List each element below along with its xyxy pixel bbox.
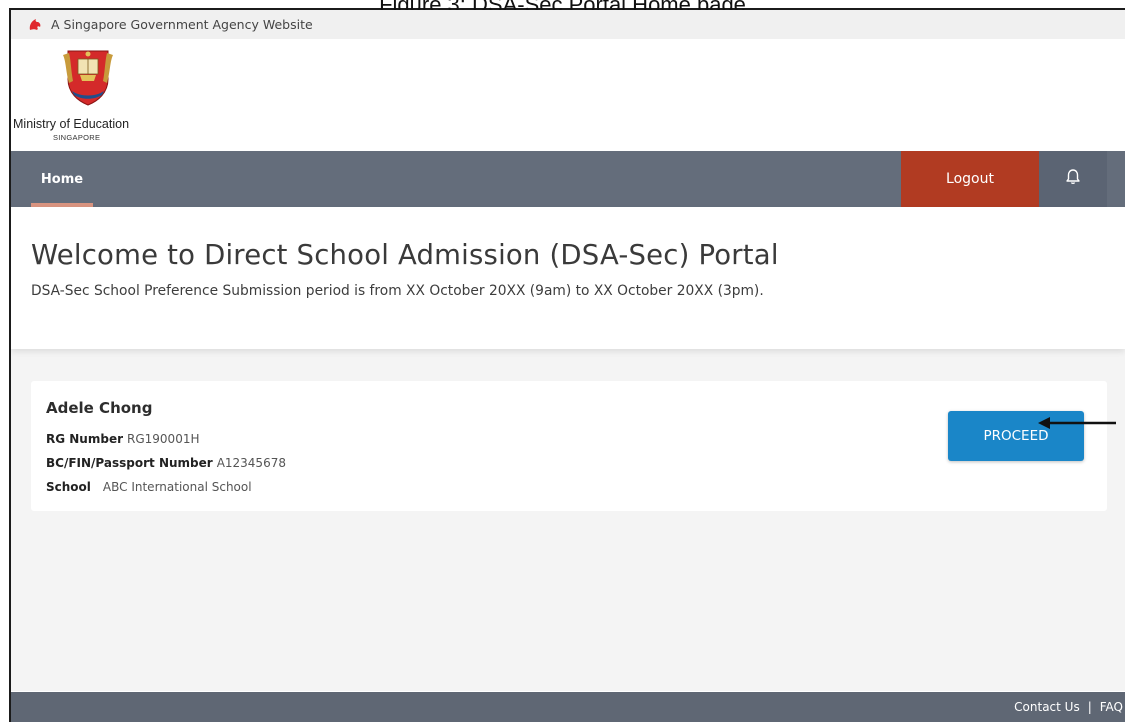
id-number-label: BC/FIN/Passport Number xyxy=(46,456,213,470)
student-name: Adele Chong xyxy=(46,399,153,417)
lion-head-icon xyxy=(27,17,43,33)
student-card: Adele Chong RG Number RG190001H BC/FIN/Pa… xyxy=(31,381,1107,511)
notifications-button[interactable] xyxy=(1039,151,1107,207)
school-label: School xyxy=(46,480,91,494)
page-footer: Contact Us | FAQ xyxy=(11,692,1125,722)
browser-frame: A Singapore Government Agency Website Mi… xyxy=(9,8,1125,722)
school-value: ABC International School xyxy=(102,480,252,494)
footer-links: Contact Us | FAQ xyxy=(1014,700,1123,714)
faq-link[interactable]: FAQ xyxy=(1100,700,1123,714)
bell-icon xyxy=(1065,168,1081,190)
contact-us-link[interactable]: Contact Us xyxy=(1014,700,1080,714)
nav-home-link[interactable]: Home xyxy=(31,151,93,207)
gov-masthead: A Singapore Government Agency Website xyxy=(11,10,1125,39)
main-navbar: Home Logout xyxy=(11,151,1125,207)
ministry-country: SINGAPORE xyxy=(53,133,101,142)
rg-number-label: RG Number xyxy=(46,432,124,446)
page-title: Welcome to Direct School Admission (DSA-… xyxy=(31,239,779,271)
id-number-value: A12345678 xyxy=(216,456,286,470)
welcome-banner: Welcome to Direct School Admission (DSA-… xyxy=(11,207,1125,349)
ministry-name: Ministry of Education xyxy=(13,117,130,131)
brand-bar: Ministry of Education SINGAPORE xyxy=(11,39,1125,151)
id-number-row: BC/FIN/Passport Number A12345678 xyxy=(46,456,286,470)
masthead-text: A Singapore Government Agency Website xyxy=(51,17,313,32)
rg-number-row: RG Number RG190001H xyxy=(46,432,199,446)
document-caption: Figure 3: DSA-Sec Portal Home page xyxy=(0,0,1125,10)
main-content: Adele Chong RG Number RG190001H BC/FIN/Pa… xyxy=(11,349,1125,691)
school-row: School ABC International School xyxy=(46,480,252,494)
footer-separator: | xyxy=(1087,700,1092,714)
annotation-arrow-icon xyxy=(1038,417,1116,429)
logout-button[interactable]: Logout xyxy=(901,151,1039,207)
moe-crest-logo[interactable] xyxy=(60,45,116,107)
rg-number-value: RG190001H xyxy=(127,432,200,446)
submission-period-text: DSA-Sec School Preference Submission per… xyxy=(31,283,764,299)
